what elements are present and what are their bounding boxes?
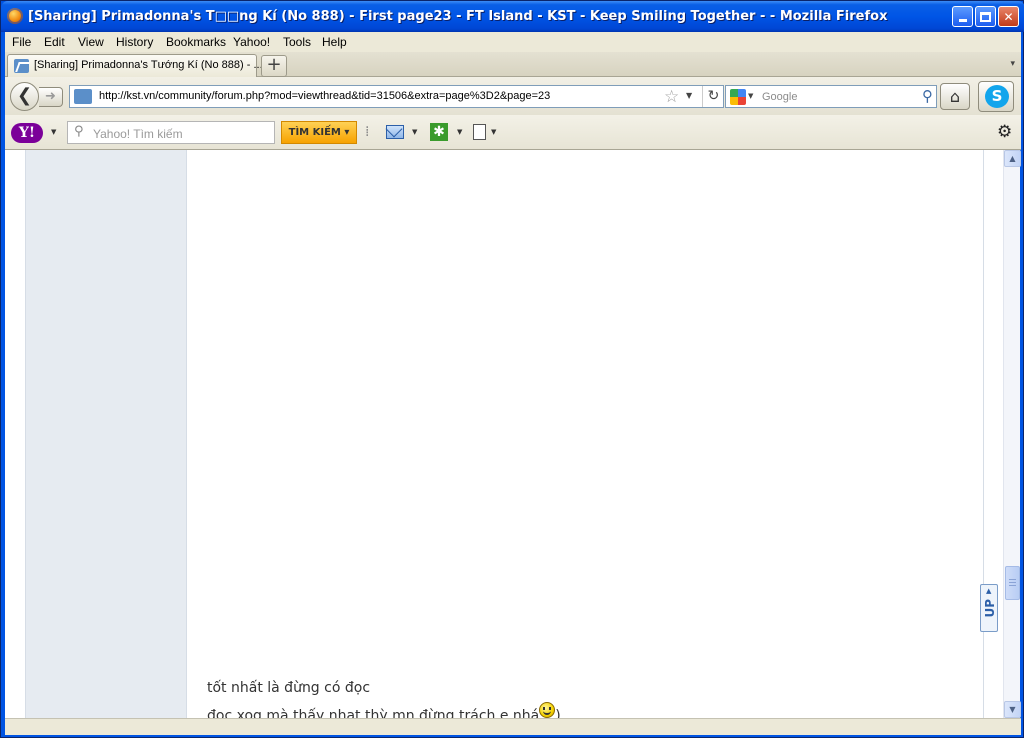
title-bar[interactable]: [Sharing] Primadonna's T□□ng Kí (No 888)… — [1, 1, 1024, 32]
widget-dropdown-icon[interactable]: ▼ — [457, 128, 462, 136]
post-author-column — [25, 150, 187, 735]
gear-icon[interactable]: ⚙ — [997, 122, 1012, 142]
scroll-thumb[interactable] — [1005, 566, 1020, 600]
menu-file[interactable]: File — [12, 35, 31, 49]
yahoo-search-placeholder: Yahoo! Tìm kiếm — [93, 127, 183, 141]
skype-button[interactable]: S — [978, 81, 1014, 112]
back-button[interactable]: ❮ — [10, 82, 39, 111]
url-text[interactable]: http://kst.vn/community/forum.php?mod=vi… — [99, 90, 550, 102]
site-favicon-icon — [14, 59, 29, 73]
up-arrow-icon: ▲ — [986, 587, 992, 595]
search-bar[interactable]: ▼ Google ⚲ — [725, 85, 937, 108]
minimize-icon — [958, 19, 967, 22]
skype-icon: S — [985, 85, 1009, 108]
menu-help[interactable]: Help — [322, 35, 347, 49]
firefox-icon[interactable] — [7, 8, 23, 24]
url-bar[interactable]: http://kst.vn/community/forum.php?mod=vi… — [69, 85, 724, 108]
page-content: tốt nhất là đừng có đọc đọc xog mà thấy … — [5, 150, 1003, 735]
post-text-line-1: tốt nhất là đừng có đọc — [207, 680, 371, 696]
grip-icon — [1009, 579, 1016, 586]
scroll-up-button[interactable]: ▲ — [1004, 150, 1021, 167]
forward-arrow-icon: ➜ — [45, 89, 56, 104]
menu-edit[interactable]: Edit — [44, 35, 65, 49]
document-dropdown-icon[interactable]: ▼ — [491, 128, 496, 136]
search-placeholder: Google — [762, 91, 798, 103]
menu-history[interactable]: History — [116, 35, 153, 49]
engine-dropdown-icon[interactable]: ▼ — [748, 92, 753, 100]
google-engine-icon[interactable] — [730, 89, 746, 105]
home-icon: ⌂ — [949, 87, 961, 106]
tab-bar: [Sharing] Primadonna's Tướng Kí (No 888)… — [5, 52, 1021, 77]
yahoo-widget-icon[interactable]: ✱ — [430, 123, 448, 141]
vertical-scrollbar[interactable]: ▲ ▼ — [1003, 150, 1021, 718]
yahoo-logo[interactable]: Y! — [11, 123, 43, 143]
yahoo-menu-dropdown-icon[interactable]: ▼ — [51, 128, 56, 136]
minimize-button[interactable] — [952, 6, 973, 27]
magnifier-icon[interactable]: ⚲ — [922, 87, 933, 105]
menu-bar: File Edit View History Bookmarks Yahoo! … — [5, 32, 1021, 52]
new-tab-button[interactable]: + — [261, 55, 287, 77]
mail-dropdown-icon[interactable]: ▼ — [412, 128, 417, 136]
scroll-down-button[interactable]: ▼ — [1004, 701, 1021, 718]
back-arrow-icon: ❮ — [16, 85, 33, 106]
status-bar — [5, 718, 1021, 735]
maximize-icon — [980, 11, 991, 22]
star-icon[interactable]: ☆ — [664, 87, 679, 107]
site-identity-icon[interactable] — [74, 89, 92, 104]
tab-list-icon[interactable]: ▾ — [1010, 59, 1015, 69]
forward-button[interactable]: ➜ — [39, 87, 63, 107]
menu-bookmarks[interactable]: Bookmarks — [166, 35, 226, 49]
scroll-to-top-button[interactable]: ▲ UP — [980, 584, 998, 632]
close-button[interactable]: ✕ — [998, 6, 1019, 27]
maximize-button[interactable] — [975, 6, 996, 27]
reload-icon[interactable]: ↻ — [702, 86, 724, 107]
tab-active[interactable]: [Sharing] Primadonna's Tướng Kí (No 888)… — [7, 54, 263, 77]
post-border — [983, 150, 984, 735]
menu-tools[interactable]: Tools — [283, 35, 311, 49]
yahoo-search-input[interactable]: ⚲ Yahoo! Tìm kiếm — [67, 121, 275, 144]
up-label: UP — [983, 599, 997, 618]
window-title: [Sharing] Primadonna's T□□ng Kí (No 888)… — [28, 9, 888, 24]
home-button[interactable]: ⌂ — [940, 83, 970, 110]
mail-icon[interactable] — [386, 125, 404, 139]
search-icon: ⚲ — [74, 124, 84, 139]
menu-view[interactable]: View — [78, 35, 104, 49]
toolbar-separator-icon: ⁞ — [365, 124, 370, 140]
browser-chrome: File Edit View History Bookmarks Yahoo! … — [5, 32, 1021, 150]
smiley-icon — [539, 702, 556, 718]
menu-yahoo[interactable]: Yahoo! — [233, 35, 270, 49]
yahoo-search-button[interactable]: TÌM KIẾM ▾ — [281, 121, 357, 144]
navigation-toolbar: ❮ ➜ http://kst.vn/community/forum.php?mo… — [5, 77, 1021, 115]
url-history-dropdown-icon[interactable]: ▼ — [686, 91, 692, 100]
yahoo-toolbar: Y! ▼ ⚲ Yahoo! Tìm kiếm TÌM KIẾM ▾ ⁞ ▼ ✱ … — [5, 115, 1021, 150]
document-icon[interactable] — [473, 124, 486, 140]
firefox-window: [Sharing] Primadonna's T□□ng Kí (No 888)… — [0, 0, 1024, 738]
close-icon: ✕ — [1003, 9, 1014, 24]
tab-title: [Sharing] Primadonna's Tướng Kí (No 888)… — [34, 59, 263, 71]
